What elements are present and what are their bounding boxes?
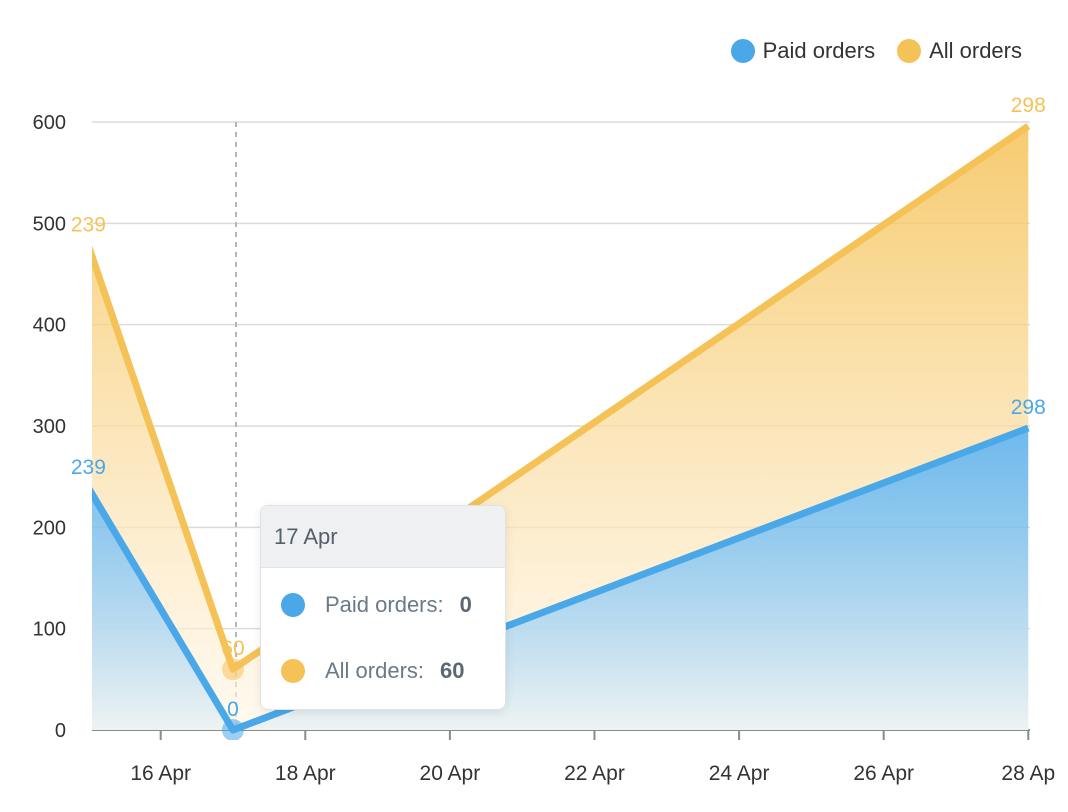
x-tick-label: 22 Apr: [564, 762, 625, 785]
x-tick-label: 18 Apr: [275, 762, 336, 785]
point-all-orders: [229, 666, 236, 673]
point-paid-orders: [229, 727, 236, 733]
chart-tooltip: 17 Apr Paid orders: 0 All orders: 60: [260, 505, 506, 710]
data-label-all-orders: 298: [1011, 94, 1046, 117]
legend: Paid orders All orders: [730, 38, 1022, 64]
x-tick-label: 24 Apr: [709, 762, 770, 785]
tooltip-paid-orders-label: Paid orders:: [325, 592, 444, 617]
legend-paid-orders-dot-icon: [730, 39, 755, 63]
data-label-paid-orders: 298: [1011, 396, 1046, 419]
tooltip-all-orders-label: All orders:: [325, 658, 425, 683]
tooltip-row-paid-orders: Paid orders: 0: [281, 592, 472, 618]
y-tick-label: 200: [33, 517, 66, 539]
tooltip-paid-orders-value: 0: [459, 592, 472, 617]
y-tick-label: 500: [33, 213, 66, 235]
chart-canvas: 0100200300400500600 16 Apr 18 Apr 20 Apr 22…: [33, 94, 1056, 785]
y-tick-label: 0: [55, 720, 66, 742]
data-label-paid-orders: 239: [71, 456, 106, 479]
legend-paid-orders-label: Paid orders: [762, 38, 876, 63]
legend-all-orders-dot-icon: [897, 39, 922, 63]
y-axis: 0 100 200 300 400 500 600: [33, 112, 66, 742]
y-tick-label: 300: [33, 416, 66, 438]
tooltip-all-orders-value: 60: [440, 658, 465, 683]
x-tick-label: 16 Apr: [130, 762, 191, 785]
legend-item-all-orders[interactable]: All orders: [897, 38, 1022, 64]
x-tick-label: 26 Apr: [853, 762, 914, 785]
y-tick-label: 100: [33, 619, 66, 641]
x-tick-label: 28 Ap: [1001, 762, 1055, 785]
data-label-all-orders: 239: [71, 214, 106, 237]
data-label-all-orders: 60: [221, 637, 244, 660]
data-label-paid-orders: 0: [227, 698, 239, 721]
y-tick-label: 600: [33, 112, 66, 134]
y-tick-label: 400: [33, 315, 66, 337]
legend-all-orders-label: All orders: [929, 38, 1022, 63]
legend-item-paid-orders[interactable]: Paid orders: [730, 38, 876, 64]
tooltip-row-all-orders: All orders: 60: [281, 658, 465, 684]
x-tick-label: 20 Apr: [420, 762, 481, 785]
tooltip-paid-orders-dot-icon: [281, 593, 305, 617]
tooltip-title: 17 Apr: [261, 506, 505, 568]
tooltip-all-orders-dot-icon: [281, 659, 305, 683]
